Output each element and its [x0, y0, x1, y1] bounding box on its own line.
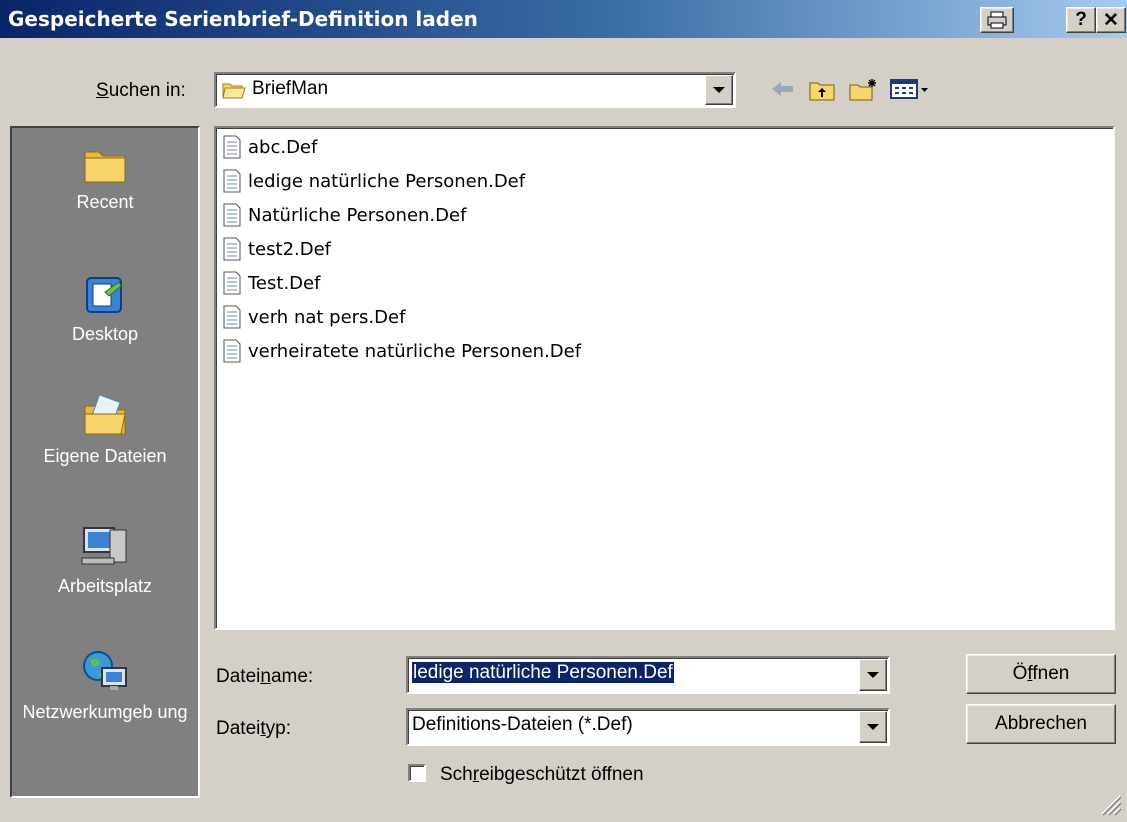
open-button-label: Öffnen	[1012, 663, 1070, 684]
file-list-item[interactable]: abc.Def	[222, 132, 317, 162]
up-folder-icon[interactable]	[808, 78, 836, 108]
file-name: Natürliche Personen.Def	[248, 204, 467, 226]
window-title: Gespeicherte Serienbrief-Definition lade…	[8, 7, 478, 31]
back-icon[interactable]	[770, 78, 796, 106]
chevron-down-icon	[867, 672, 879, 678]
my-documents-icon	[84, 394, 126, 435]
file-list-item[interactable]: Natürliche Personen.Def	[222, 200, 466, 230]
cancel-button-label: Abbrechen	[995, 713, 1087, 734]
desktop-icon	[86, 277, 122, 313]
network-icon	[83, 651, 127, 690]
lookin-combobox[interactable]: BriefMan	[214, 72, 736, 108]
lookin-value: BriefMan	[252, 78, 329, 99]
lookin-dropdown-button[interactable]	[705, 75, 733, 105]
place-label: Eigene Dateien	[43, 446, 167, 466]
resize-grip-icon[interactable]	[1096, 790, 1122, 822]
title-bar[interactable]: Gespeicherte Serienbrief-Definition lade…	[0, 0, 1127, 38]
open-button[interactable]: Öffnen	[966, 654, 1116, 694]
close-button[interactable]: ✕	[1096, 7, 1126, 33]
help-button[interactable]: ?	[1066, 7, 1096, 33]
folder-icon	[222, 83, 246, 99]
file-name: ledige natürliche Personen.Def	[248, 170, 526, 192]
readonly-label[interactable]: Schreibgeschützt öffnen	[440, 764, 644, 786]
document-icon	[223, 271, 241, 295]
view-menu-icon[interactable]	[890, 78, 930, 106]
file-list-item[interactable]: ledige natürliche Personen.Def	[222, 166, 525, 196]
document-icon	[223, 305, 241, 329]
filetype-value: Definitions-Dateien (*.Def)	[412, 714, 633, 735]
file-name: verheiratete natürliche Personen.Def	[248, 340, 582, 362]
filetype-select[interactable]: Definitions-Dateien (*.Def)	[406, 708, 890, 746]
chevron-down-icon	[867, 724, 879, 730]
cancel-button[interactable]: Abbrechen	[966, 704, 1116, 744]
file-list-item[interactable]: Test.Def	[222, 268, 320, 298]
help-label: ?	[1075, 9, 1087, 30]
file-list[interactable]: abc.Def ledige natürliche Personen.Def Nat…	[214, 126, 1115, 630]
print-icon[interactable]	[980, 7, 1014, 33]
file-list-item[interactable]: verh nat pers.Def	[222, 302, 405, 332]
filetype-label: Dateityp:	[216, 718, 291, 739]
place-my-documents[interactable]: Eigene Dateien	[12, 392, 198, 467]
new-folder-icon[interactable]	[848, 78, 878, 108]
place-label: Arbeitsplatz	[57, 576, 153, 596]
filetype-dropdown-button[interactable]	[859, 711, 887, 743]
document-icon	[223, 169, 241, 193]
place-desktop[interactable]: Desktop	[12, 272, 198, 345]
place-my-computer[interactable]: Arbeitsplatz	[12, 522, 198, 597]
close-icon: ✕	[1103, 9, 1119, 31]
file-list-item[interactable]: test2.Def	[222, 234, 331, 264]
place-label: Recent	[76, 192, 134, 212]
place-label: Netzwerkumgeb ung	[22, 702, 188, 722]
filename-label: Dateiname:	[216, 666, 314, 687]
file-list-item[interactable]: verheiratete natürliche Personen.Def	[222, 336, 581, 366]
my-computer-icon	[81, 527, 127, 565]
chevron-down-icon	[713, 87, 725, 93]
place-recent[interactable]: Recent	[12, 142, 198, 213]
filename-dropdown-button[interactable]	[859, 659, 887, 691]
place-label: Desktop	[71, 324, 139, 344]
file-name: Test.Def	[248, 272, 321, 294]
document-icon	[223, 339, 241, 363]
document-icon	[223, 135, 241, 159]
place-network[interactable]: Netzwerkumgeb ung	[12, 648, 198, 723]
file-name: abc.Def	[248, 136, 318, 158]
file-name: verh nat pers.Def	[248, 306, 406, 328]
places-bar: Recent Desktop Eigene Dateien Arbeitspla…	[10, 126, 200, 798]
recent-folder-icon	[84, 151, 126, 183]
filename-value: ledige natürliche Personen.Def	[412, 662, 674, 683]
filename-input[interactable]: ledige natürliche Personen.Def	[406, 656, 890, 694]
document-icon	[223, 237, 241, 261]
readonly-checkbox[interactable]	[408, 764, 426, 782]
document-icon	[223, 203, 241, 227]
lookin-label: Suchen in:	[96, 80, 186, 101]
file-name: test2.Def	[248, 238, 332, 260]
